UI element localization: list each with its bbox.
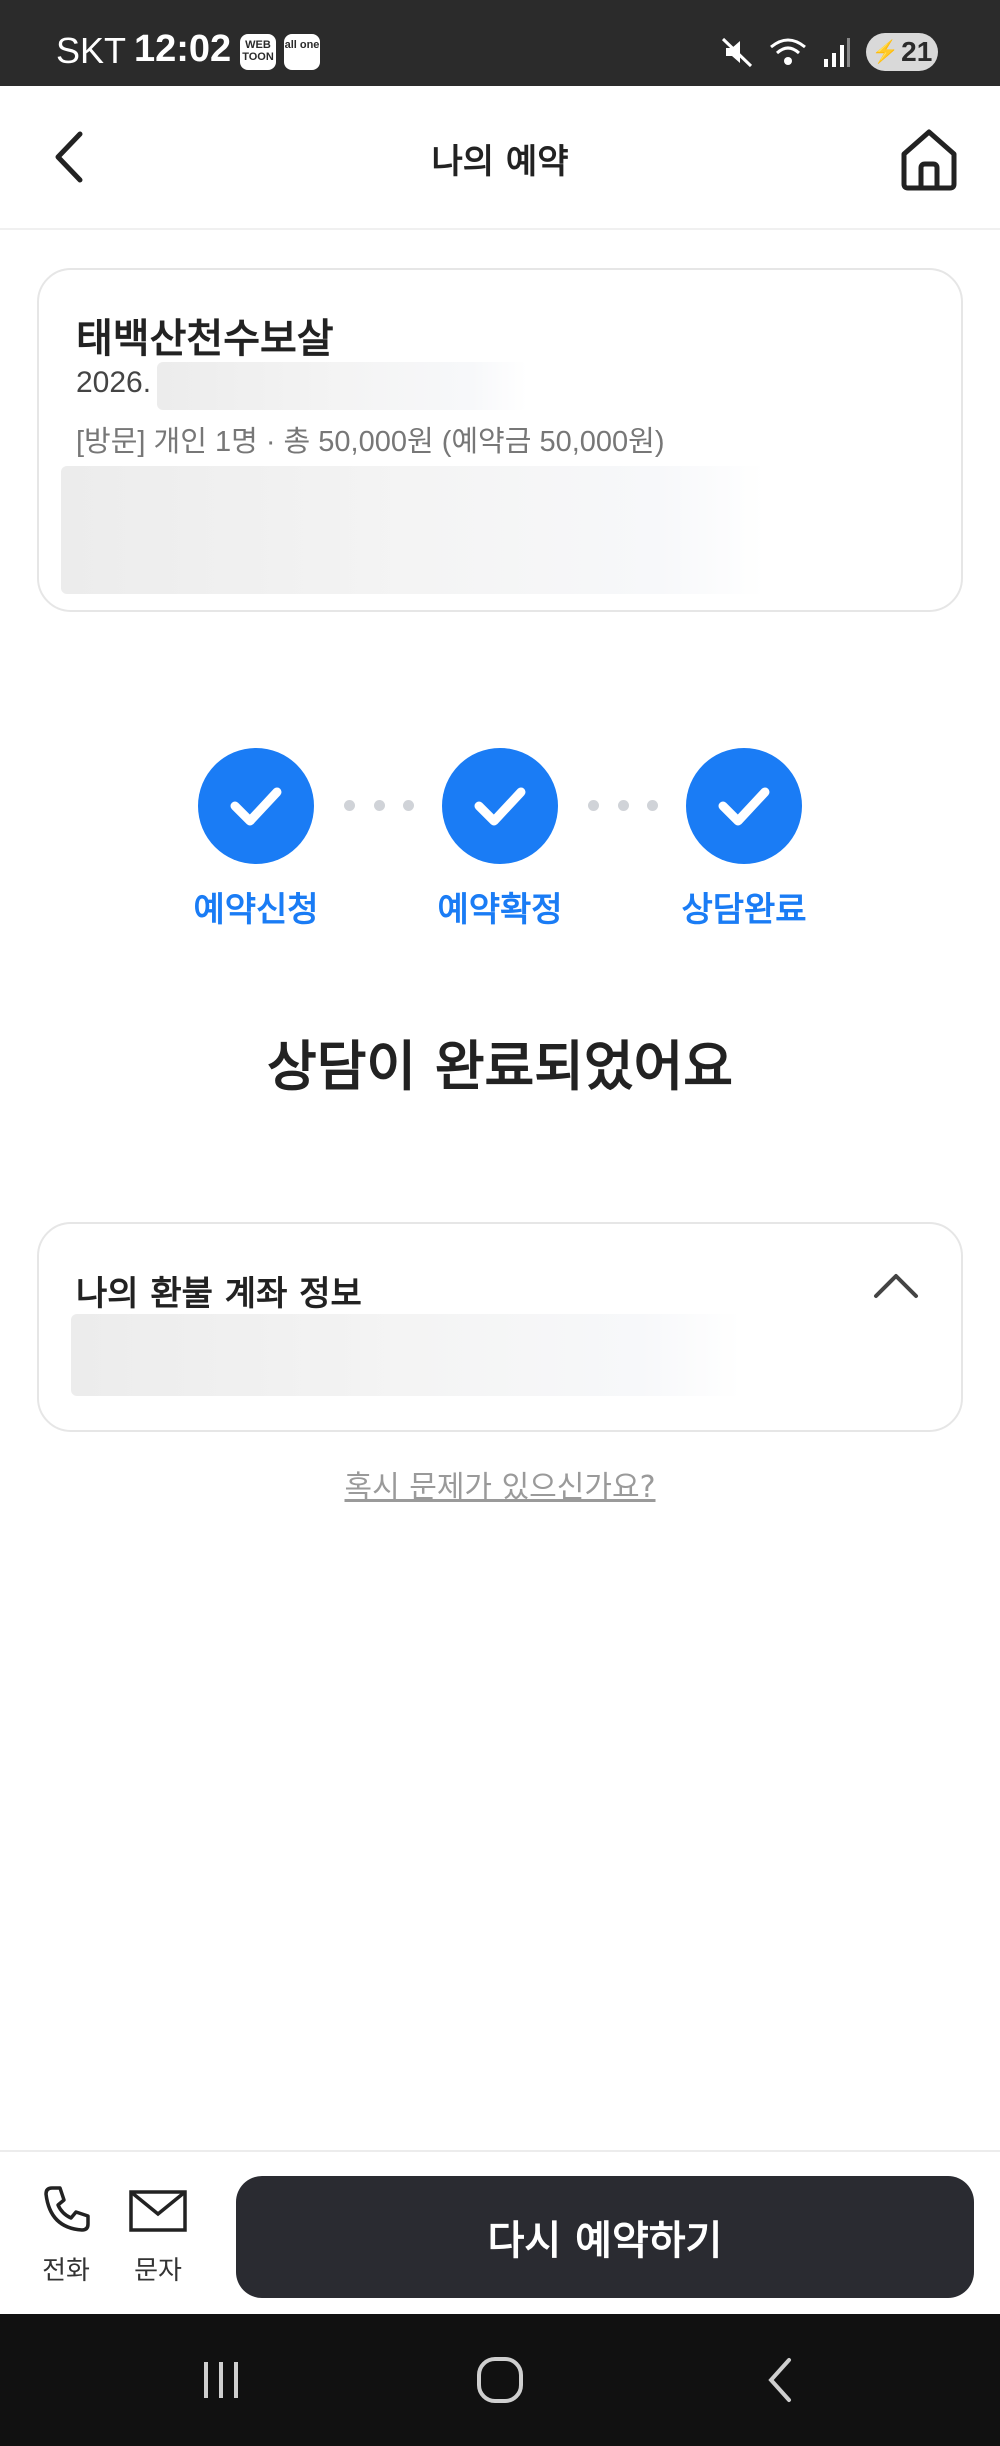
home-button[interactable] bbox=[894, 124, 964, 194]
page-title: 나의 예약 bbox=[431, 142, 569, 182]
call-button[interactable]: 전화 bbox=[28, 2182, 104, 2287]
redacted-address bbox=[61, 466, 765, 594]
back-nav-button[interactable] bbox=[746, 2350, 816, 2410]
mail-icon bbox=[129, 2190, 187, 2232]
back-arrow-icon bbox=[768, 2358, 791, 2402]
booking-date: 2026. bbox=[76, 366, 152, 399]
redacted-date bbox=[157, 362, 527, 410]
step-check-circle bbox=[442, 748, 558, 864]
status-icons: ⚡ 21 bbox=[720, 32, 938, 72]
step-confirm: 예약확정 bbox=[400, 748, 600, 931]
status-bar: SKT 12:02 WEB TOON all one ⚡ 21 bbox=[0, 0, 1000, 86]
system-nav-bar bbox=[0, 2314, 1000, 2446]
booking-card[interactable]: 태백산천수보살 2026. [방문] 개인 1명 · 총 50,000원 (예약… bbox=[37, 268, 963, 612]
sms-button[interactable]: 문자 bbox=[120, 2182, 196, 2287]
recent-apps-button[interactable] bbox=[186, 2350, 256, 2410]
collapse-toggle[interactable] bbox=[871, 1268, 921, 1302]
help-link[interactable]: 혹시 문제가 있으신가요? bbox=[0, 1462, 1000, 1506]
rebook-button[interactable]: 다시 예약하기 bbox=[236, 2176, 974, 2298]
check-icon bbox=[230, 787, 282, 826]
battery-level: 21 bbox=[901, 36, 933, 67]
home-nav-button[interactable] bbox=[465, 2350, 535, 2410]
step-label: 예약확정 bbox=[437, 890, 563, 930]
phone-icon bbox=[44, 2186, 90, 2232]
home-circle-icon bbox=[477, 2357, 523, 2403]
step-check-circle bbox=[198, 748, 314, 864]
mute-icon bbox=[721, 37, 753, 68]
signal-icon bbox=[824, 38, 850, 67]
refund-account-card: 나의 환불 계좌 정보 bbox=[37, 1222, 963, 1432]
chevron-up-icon bbox=[874, 1274, 918, 1298]
step-label: 예약신청 bbox=[193, 890, 319, 930]
bottom-action-bar: 전화 문자 다시 예약하기 bbox=[0, 2150, 1000, 2314]
webtoon-app-icon: WEB TOON bbox=[240, 34, 276, 70]
charging-icon: ⚡ bbox=[871, 39, 900, 64]
sms-label: 문자 bbox=[134, 2256, 182, 2286]
recent-apps-icon bbox=[204, 2362, 238, 2398]
status-message: 상담이 완료되었어요 bbox=[267, 1035, 733, 1098]
app-header: 나의 예약 bbox=[0, 86, 1000, 230]
step-complete: 상담완료 bbox=[644, 748, 844, 931]
refund-title: 나의 환불 계좌 정보 bbox=[76, 1274, 362, 1314]
carrier-label: SKT bbox=[56, 30, 127, 71]
home-icon bbox=[901, 129, 957, 191]
redacted-account bbox=[71, 1314, 741, 1396]
step-request: 예약신청 bbox=[156, 748, 356, 931]
shop-name: 태백산천수보살 bbox=[76, 316, 334, 362]
booking-detail: [방문] 개인 1명 · 총 50,000원 (예약금 50,000원) bbox=[76, 426, 665, 458]
battery-icon: ⚡ 21 bbox=[866, 33, 938, 71]
call-label: 전화 bbox=[42, 2256, 90, 2286]
allone-app-icon: all one bbox=[284, 34, 320, 70]
wifi-icon bbox=[770, 38, 806, 65]
step-check-circle bbox=[686, 748, 802, 864]
progress-steps: 예약신청 예약확정 상담완료 bbox=[0, 748, 1000, 931]
clock: 12:02 bbox=[134, 28, 232, 70]
check-icon bbox=[474, 787, 526, 826]
step-label: 상담완료 bbox=[681, 890, 807, 930]
check-icon bbox=[718, 787, 770, 826]
